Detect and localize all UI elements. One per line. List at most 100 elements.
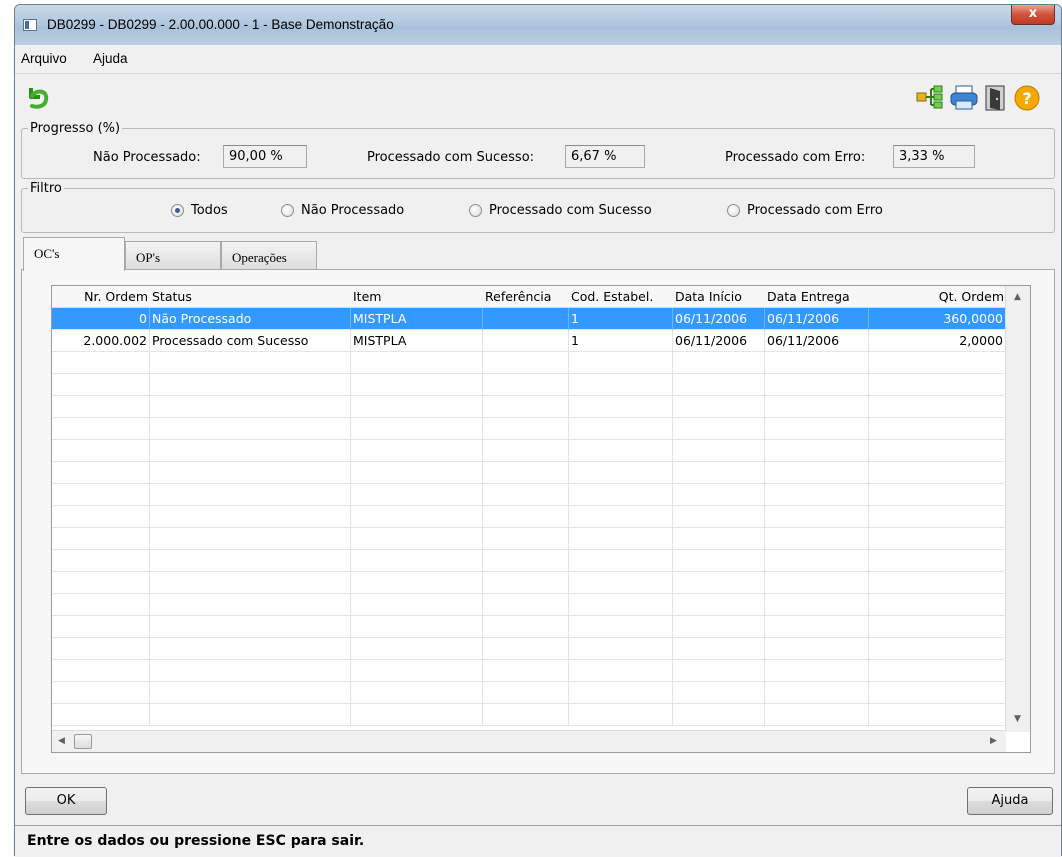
filter-legend: Filtro: [30, 181, 62, 196]
exit-door-icon[interactable]: [983, 84, 1009, 112]
table-cell: [673, 638, 765, 660]
table-row[interactable]: [52, 462, 1006, 484]
table-cell: [52, 528, 150, 550]
status-bar: Entre os dados ou pressione ESC para sai…: [15, 825, 1061, 857]
table-row[interactable]: [52, 396, 1006, 418]
table-cell: [52, 704, 150, 726]
table-cell: [150, 374, 351, 396]
table-cell: [52, 418, 150, 440]
column-header-item[interactable]: Item: [351, 286, 483, 308]
grid-body: 0 Não Processado MISTPLA 1 06/11/2006 06/11/2…: [52, 308, 1006, 732]
scroll-up-arrow-icon[interactable]: ▲: [1014, 292, 1021, 302]
table-cell: [483, 352, 569, 374]
table-row[interactable]: [52, 616, 1006, 638]
table-row[interactable]: [52, 418, 1006, 440]
table-row[interactable]: [52, 440, 1006, 462]
tab-ops[interactable]: OP's: [125, 241, 221, 271]
table-row[interactable]: [52, 572, 1006, 594]
table-cell: [351, 374, 483, 396]
tree-icon[interactable]: [915, 84, 945, 110]
table-cell: [569, 572, 673, 594]
table-row[interactable]: [52, 528, 1006, 550]
close-button[interactable]: x: [1011, 5, 1055, 25]
table-cell: [351, 572, 483, 594]
table-cell: MISTPLA: [351, 330, 483, 352]
table-cell: [869, 528, 1006, 550]
table-cell: [351, 638, 483, 660]
column-header-cod-estabel[interactable]: Cod. Estabel.: [569, 286, 673, 308]
table-cell: [765, 550, 869, 572]
tab-ocs[interactable]: OC's: [23, 237, 125, 271]
radio-todos[interactable]: Todos: [171, 203, 228, 218]
vertical-scrollbar[interactable]: ▲ ▼: [1005, 286, 1030, 732]
table-row[interactable]: [52, 682, 1006, 704]
table-cell: [52, 682, 150, 704]
table-cell: [569, 682, 673, 704]
column-header-qt-ordem[interactable]: Qt. Ordem: [869, 286, 1006, 308]
horizontal-scroll-thumb[interactable]: [74, 734, 92, 749]
undo-icon[interactable]: [23, 82, 53, 112]
table-row[interactable]: [52, 550, 1006, 572]
erro-field[interactable]: 3,33 %: [893, 145, 975, 168]
nao-processado-field[interactable]: 90,00 %: [223, 145, 307, 168]
table-cell: [673, 462, 765, 484]
table-cell: [765, 660, 869, 682]
radio-processado-erro[interactable]: Processado com Erro: [727, 203, 883, 218]
radio-label: Não Processado: [301, 203, 405, 218]
table-row[interactable]: [52, 660, 1006, 682]
table-cell: [351, 616, 483, 638]
table-row[interactable]: [52, 594, 1006, 616]
tab-operacoes[interactable]: Operações: [221, 241, 317, 271]
table-cell: [483, 550, 569, 572]
table-cell: [765, 506, 869, 528]
table-cell: [150, 682, 351, 704]
toolbar: ?: [15, 73, 1061, 123]
table-cell: [673, 594, 765, 616]
ok-button[interactable]: OK: [25, 787, 107, 815]
help-icon[interactable]: ?: [1013, 84, 1041, 112]
table-cell: [869, 638, 1006, 660]
column-header-referencia[interactable]: Referência: [483, 286, 569, 308]
table-cell: [765, 352, 869, 374]
table-cell: [483, 374, 569, 396]
table-cell: 06/11/2006: [765, 308, 869, 330]
table-cell: [673, 440, 765, 462]
table-cell: [869, 396, 1006, 418]
table-cell: [869, 704, 1006, 726]
table-row[interactable]: 2.000.002 Processado com Sucesso MISTPLA 1 0…: [52, 330, 1006, 352]
scroll-left-arrow-icon[interactable]: ◀: [58, 736, 65, 746]
ajuda-button[interactable]: Ajuda: [967, 787, 1053, 815]
column-header-data-inicio[interactable]: Data Início: [673, 286, 765, 308]
table-cell: [869, 484, 1006, 506]
table-row[interactable]: [52, 704, 1006, 726]
table-row[interactable]: 0 Não Processado MISTPLA 1 06/11/2006 06/11/2…: [52, 308, 1006, 330]
table-cell: [869, 616, 1006, 638]
table-row[interactable]: [52, 374, 1006, 396]
table-cell: [765, 418, 869, 440]
table-row[interactable]: [52, 638, 1006, 660]
menu-ajuda[interactable]: Ajuda: [93, 51, 128, 66]
scroll-right-arrow-icon[interactable]: ▶: [990, 736, 997, 746]
table-cell: [483, 308, 569, 330]
column-header-nr-ordem[interactable]: Nr. Ordem: [52, 286, 150, 308]
table-row[interactable]: [52, 484, 1006, 506]
sucesso-field[interactable]: 6,67 %: [565, 145, 645, 168]
radio-nao-processado[interactable]: Não Processado: [281, 203, 404, 218]
menu-arquivo[interactable]: Arquivo: [21, 51, 67, 66]
horizontal-scrollbar[interactable]: ◀ ▶: [52, 730, 1006, 752]
table-cell: [569, 418, 673, 440]
table-cell: [673, 374, 765, 396]
table-cell: [869, 374, 1006, 396]
table-row[interactable]: [52, 506, 1006, 528]
table-cell: [483, 484, 569, 506]
table-row[interactable]: [52, 352, 1006, 374]
table-cell: [483, 594, 569, 616]
radio-dot: [727, 204, 740, 217]
scroll-down-arrow-icon[interactable]: ▼: [1014, 714, 1021, 724]
radio-processado-sucesso[interactable]: Processado com Sucesso: [469, 203, 652, 218]
orders-grid[interactable]: Nr. Ordem Status Item Referência Cod. Es…: [51, 285, 1031, 753]
column-header-data-entrega[interactable]: Data Entrega: [765, 286, 869, 308]
title-bar[interactable]: DB0299 - DB0299 - 2.00.00.000 - 1 - Base…: [15, 5, 1061, 45]
column-header-status[interactable]: Status: [150, 286, 351, 308]
print-icon[interactable]: [949, 84, 979, 112]
